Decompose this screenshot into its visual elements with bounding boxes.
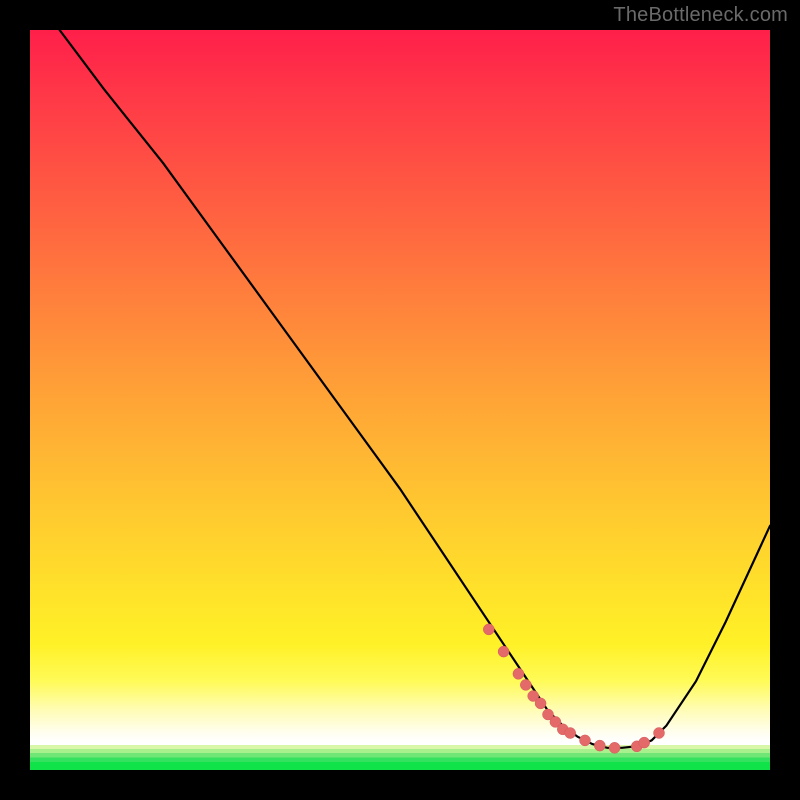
marker-dot xyxy=(498,646,509,657)
marker-dots-group xyxy=(483,624,664,753)
marker-dot xyxy=(654,728,665,739)
marker-dot xyxy=(513,668,524,679)
marker-dot xyxy=(535,698,546,709)
plot-area xyxy=(30,30,770,770)
curve-line xyxy=(60,30,770,748)
marker-dot xyxy=(609,742,620,753)
chart-svg xyxy=(30,30,770,770)
watermark-text: TheBottleneck.com xyxy=(613,4,788,27)
marker-dot xyxy=(483,624,494,635)
marker-dot xyxy=(639,737,650,748)
marker-dot xyxy=(580,735,591,746)
marker-dot xyxy=(594,740,605,751)
marker-dot xyxy=(565,728,576,739)
marker-dot xyxy=(520,679,531,690)
